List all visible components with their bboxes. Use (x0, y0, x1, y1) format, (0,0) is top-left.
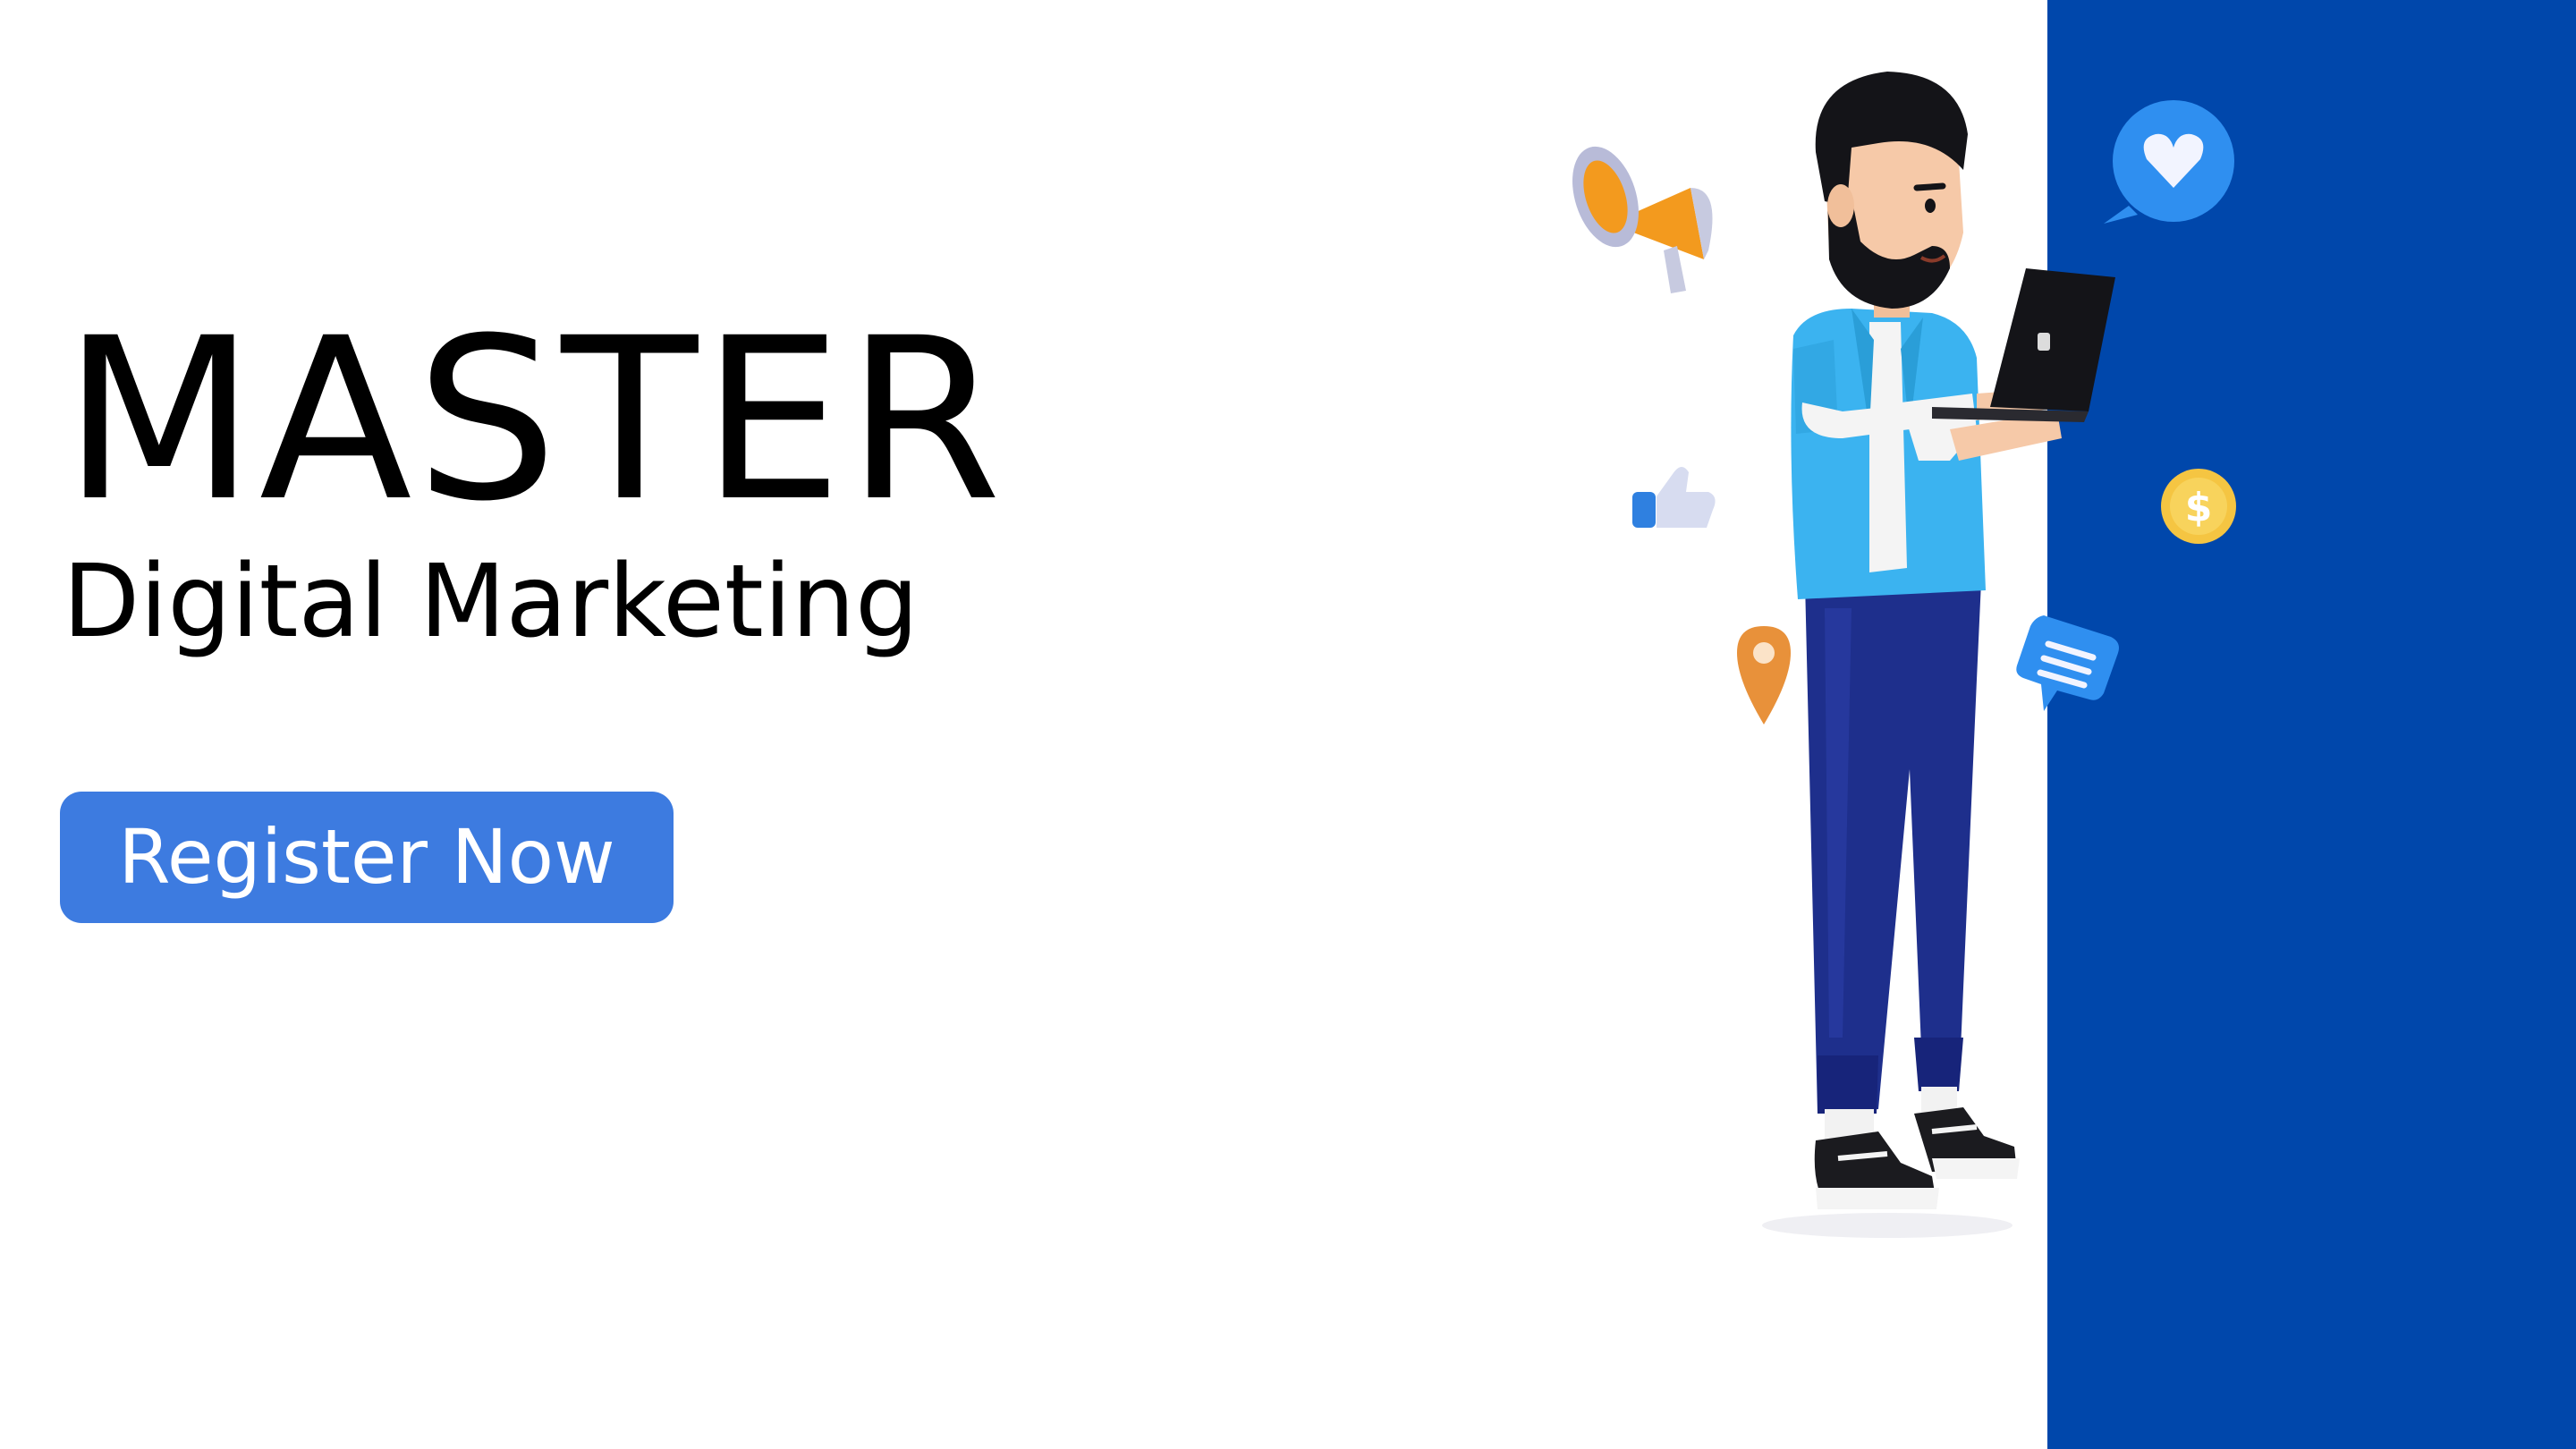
shirt (1791, 309, 1986, 599)
person-with-laptop-illustration: $ (1572, 72, 2236, 1238)
pants (1805, 581, 1981, 1114)
location-pin-icon (1737, 626, 1791, 724)
message-bubble-icon (2016, 615, 2119, 711)
subheadline-digital-marketing: Digital Marketing (63, 544, 919, 660)
dollar-coin-icon: $ (2161, 469, 2236, 544)
svg-text:$: $ (2185, 485, 2213, 530)
heart-chat-bubble-icon (2104, 100, 2234, 224)
megaphone-icon (1572, 146, 1713, 293)
head (1815, 72, 1968, 318)
thumbs-up-icon (1632, 466, 1716, 528)
headline-master: MASTER (63, 290, 1005, 550)
register-now-button[interactable]: Register Now (60, 792, 674, 923)
promo-banner: MASTER Digital Marketing Register Now $ (0, 0, 2576, 1449)
